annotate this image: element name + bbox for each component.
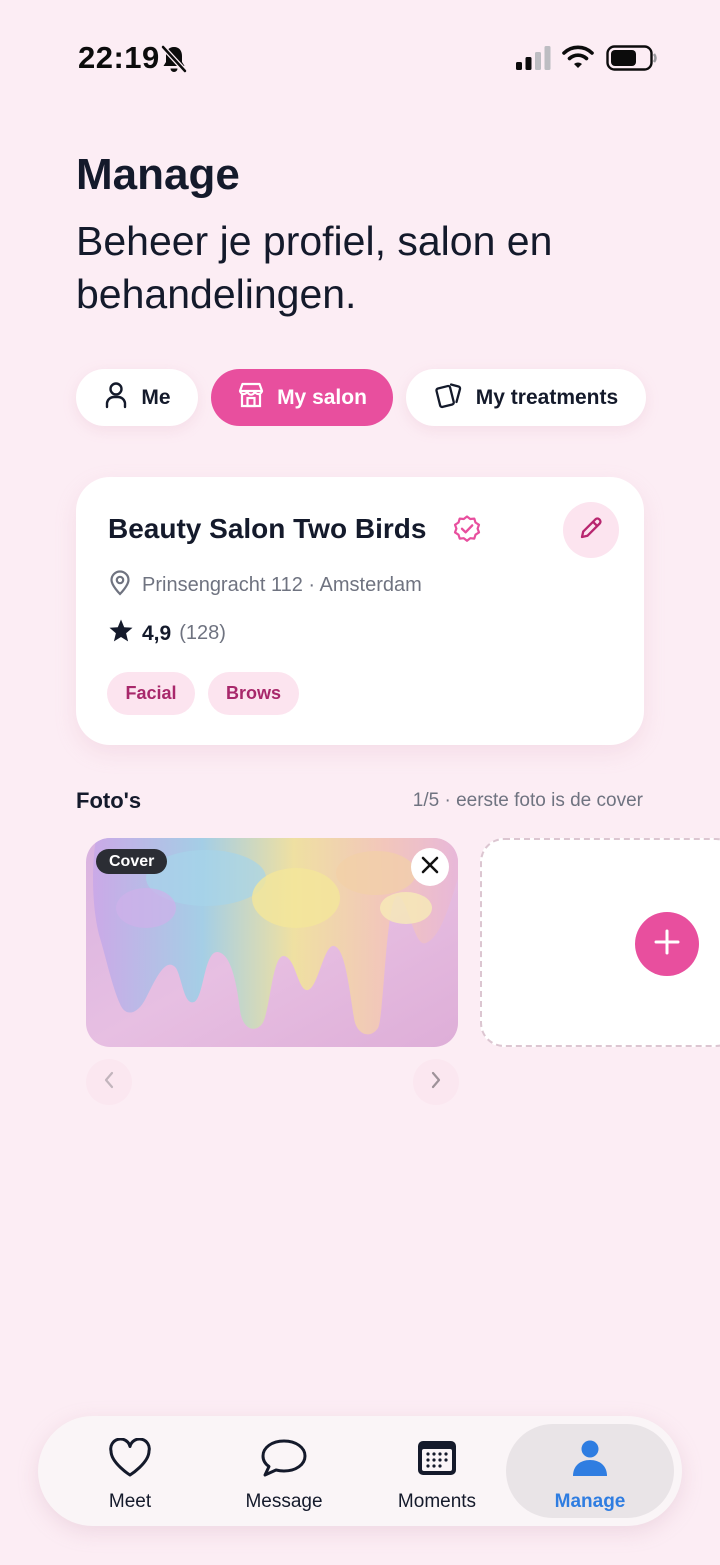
store-icon: [237, 381, 265, 415]
tab-label: My treatments: [475, 385, 619, 409]
tab-my-salon[interactable]: My salon: [211, 369, 393, 426]
battery-icon: [606, 45, 658, 76]
profile-icon: [570, 1438, 610, 1483]
status-bar: 22:19: [0, 0, 720, 110]
pencil-icon: [577, 514, 605, 547]
salon-name: Beauty Salon Two Birds: [108, 513, 427, 544]
calendar-icon: [416, 1438, 458, 1483]
tab-label: Me: [141, 385, 171, 409]
remove-photo-button[interactable]: [411, 848, 449, 886]
edit-salon-button[interactable]: [563, 502, 619, 558]
close-icon: [421, 856, 439, 879]
cards-icon: [434, 381, 464, 415]
photos-title: Foto's: [76, 788, 142, 813]
star-icon: [108, 618, 134, 649]
nav-label: Message: [245, 1491, 323, 1512]
rating-value: 4,9: [142, 621, 172, 645]
signal-icon: [516, 46, 552, 75]
bell-off-icon: [160, 44, 188, 79]
salon-card: Beauty Salon Two Birds Prinsengracht 112…: [76, 477, 644, 745]
next-photo-button[interactable]: [413, 1059, 459, 1105]
page-title: Manage: [76, 150, 240, 199]
chevron-left-icon: [102, 1070, 116, 1095]
location-pin-icon: [108, 570, 132, 601]
verified-badge-icon: [452, 514, 482, 549]
nav-message[interactable]: Message: [201, 1424, 367, 1518]
nav-moments[interactable]: Moments: [354, 1424, 520, 1518]
chevron-right-icon: [429, 1070, 443, 1095]
previous-photo-button[interactable]: [86, 1059, 132, 1105]
nav-manage[interactable]: Manage: [506, 1424, 674, 1518]
bottom-nav: Meet Message Moments Manage: [38, 1416, 682, 1526]
nav-meet[interactable]: Meet: [47, 1424, 213, 1518]
review-count: (128): [179, 622, 226, 644]
plus-icon: [654, 929, 680, 960]
wifi-icon: [562, 44, 594, 75]
nav-label: Manage: [554, 1491, 626, 1512]
cover-photo[interactable]: Cover: [86, 838, 458, 1047]
rating-row: 4,9 (128): [108, 618, 226, 649]
nav-label: Moments: [397, 1491, 477, 1512]
cover-badge: Cover: [96, 849, 168, 874]
heart-icon: [108, 1437, 152, 1483]
tab-my-treatments[interactable]: My treatments: [406, 369, 646, 426]
page-subtitle: Beheer je profiel, salon en behandelinge…: [76, 218, 553, 317]
address-row: Prinsengracht 112 · Amsterdam: [108, 570, 422, 601]
add-photo-button[interactable]: [635, 912, 699, 976]
status-time: 22:19: [78, 40, 160, 75]
salon-address: Prinsengracht 112 · Amsterdam: [142, 574, 422, 596]
chat-bubble-icon: [259, 1438, 309, 1483]
tag-brows: Brows: [208, 672, 299, 715]
nav-label: Meet: [108, 1491, 152, 1512]
person-icon: [103, 381, 129, 415]
tag-facial: Facial: [107, 672, 195, 715]
tab-label: My salon: [277, 385, 367, 409]
tab-me[interactable]: Me: [76, 369, 198, 426]
add-photo-card[interactable]: [480, 838, 720, 1047]
photos-meta: 1/5 · eerste foto is de cover: [412, 790, 643, 811]
